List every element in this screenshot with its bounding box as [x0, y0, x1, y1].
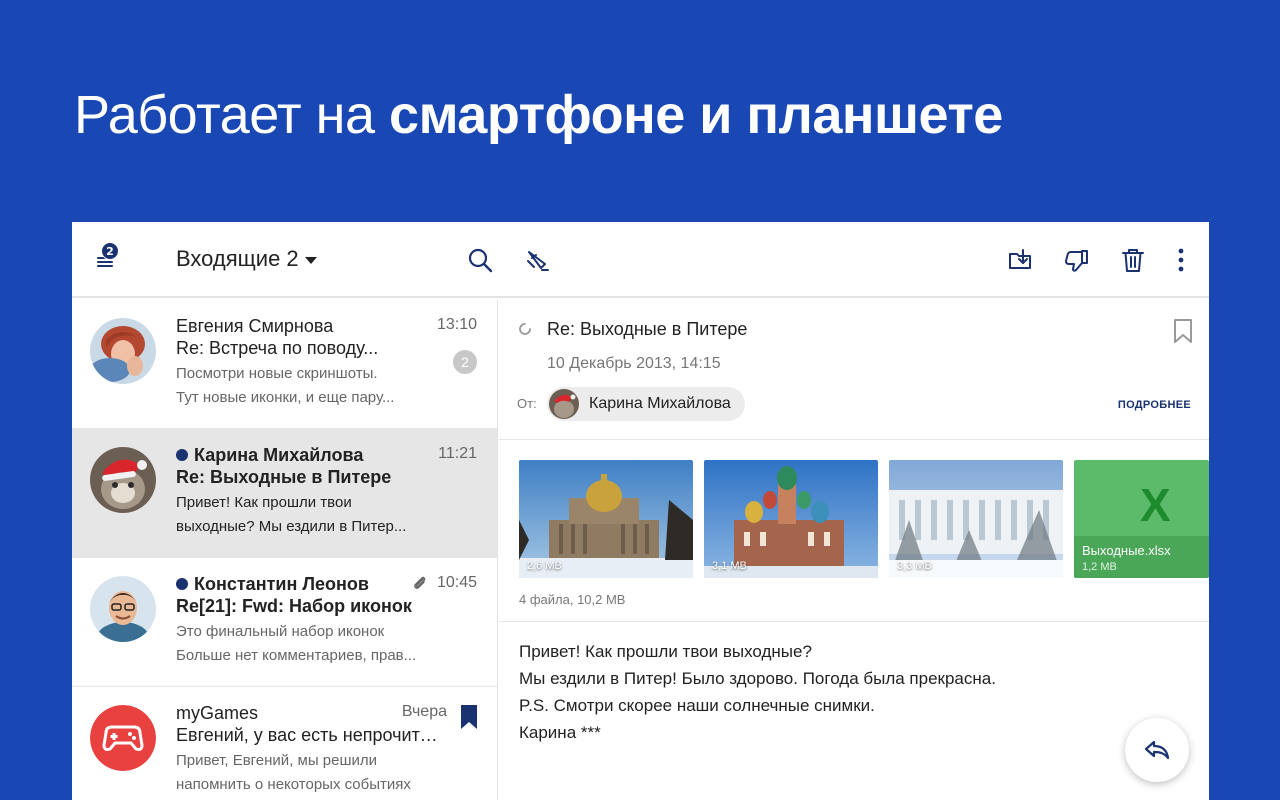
snippet-line: Посмотри новые скриншоты.	[176, 365, 378, 382]
snippet-line: напомнить о некоторых событиях	[176, 776, 411, 793]
headline: Работает на смартфоне и планшете	[74, 84, 1003, 146]
delete-button[interactable]	[1115, 242, 1151, 278]
list-item[interactable]: Карина Михайлова Re: Выходные в Питере П…	[72, 429, 497, 558]
snippet-line: Тут новые иконки, и еще пару...	[176, 389, 395, 406]
thread-count-badge: 2	[453, 350, 477, 374]
subject: Re: Выходные в Питере	[176, 467, 392, 487]
toolbar: 2 Входящие 2	[72, 222, 1209, 298]
list-item[interactable]: Евгения Смирнова Re: Встреча по поводу..…	[72, 300, 497, 429]
snippet: Привет! Как прошли твои выходные? Мы езд…	[176, 491, 426, 539]
message-time: 11:21	[438, 445, 477, 462]
headline-light: Работает на	[74, 85, 390, 145]
sender-label: Константин Леонов	[194, 573, 369, 594]
snippet: Привет, Евгений, мы решили напомнить о н…	[176, 749, 426, 797]
message-date: 10 Декабрь 2013, 14:15	[547, 355, 721, 372]
attachment-xlsx[interactable]: X Выходные.xlsx 1,2 MB	[1074, 460, 1209, 578]
reader-pane: Re: Выходные в Питере 10 Декабрь 2013, 1…	[499, 300, 1209, 800]
message-header: Re: Выходные в Питере 10 Декабрь 2013, 1…	[499, 300, 1209, 440]
trash-icon	[1122, 249, 1144, 272]
bookmark-outline-icon[interactable]	[1173, 318, 1193, 344]
attachment-size: 3,1 MB	[712, 560, 747, 572]
snippet-line: Это финальный набор иконок	[176, 623, 385, 640]
mail-app-window: 2 Входящие 2 Евгения Смирнова Re: Встреч…	[72, 222, 1209, 800]
snippet-line: Привет! Как прошли твои	[176, 494, 352, 511]
details-link[interactable]: ПОДРОБНЕЕ	[1118, 399, 1191, 411]
attachment-size: 2,6 MB	[527, 560, 562, 572]
subject: Re: Встреча по поводу...	[176, 338, 379, 358]
spam-button[interactable]	[1058, 242, 1094, 278]
excel-icon: X	[1140, 479, 1171, 531]
sender-chip-name: Карина Михайлова	[589, 395, 731, 412]
snippet-line: Больше нет комментариев, прав...	[176, 647, 417, 664]
attachment-name: Выходные.xlsx	[1082, 543, 1171, 558]
snippet: Это финальный набор иконок Больше нет ко…	[176, 620, 426, 668]
message-subject: Re: Выходные в Питере	[547, 319, 748, 339]
thumbs-down-icon	[1065, 250, 1088, 272]
folder-title: Входящие 2	[176, 246, 299, 271]
compose-button[interactable]	[519, 242, 555, 278]
avatar	[90, 318, 156, 384]
reply-button[interactable]	[1125, 718, 1189, 782]
unread-dot	[176, 578, 188, 590]
unread-dot	[176, 449, 188, 461]
sender-label: Карина Михайлова	[194, 444, 364, 465]
chevron-down-icon	[304, 256, 317, 264]
message-list: Евгения Смирнова Re: Встреча по поводу..…	[72, 300, 498, 800]
subject: Евгений, у вас есть непрочитанные	[176, 725, 446, 745]
snippet: Посмотри новые скриншоты. Тут новые икон…	[176, 362, 426, 410]
move-to-folder-icon	[1009, 249, 1031, 269]
search-button[interactable]	[462, 242, 498, 278]
from-label: От:	[517, 396, 537, 411]
attachment-thumbnail[interactable]: 3,1 MB	[704, 460, 878, 578]
body-line: P.S. Смотри скорее наши солнечные снимки…	[519, 696, 875, 715]
avatar	[549, 389, 579, 419]
body-line: Привет! Как прошли твои выходные?	[519, 642, 812, 661]
subject: Re[21]: Fwd: Набор иконок	[176, 596, 412, 616]
bookmark-icon[interactable]	[459, 704, 479, 730]
loading-icon	[519, 323, 531, 335]
headline-bold: смартфоне и планшете	[389, 85, 1003, 145]
body-line: Мы ездили в Питер! Было здорово. Погода …	[519, 669, 996, 688]
compose-icon	[527, 251, 549, 271]
attachments-section: 2,6 MB 3,1 MB 3,3 MB X Выходные.xlsx 1,2…	[499, 440, 1209, 622]
list-item[interactable]: myGames Евгений, у вас есть непрочитанны…	[72, 687, 497, 800]
more-button[interactable]	[1163, 242, 1199, 278]
list-item[interactable]: Константин Леонов Re[21]: Fwd: Набор ико…	[72, 558, 497, 687]
paperclip-icon	[414, 576, 426, 589]
search-icon	[468, 248, 493, 273]
avatar	[90, 705, 156, 771]
menu-badge: 2	[101, 242, 119, 260]
snippet-line: Привет, Евгений, мы решили	[176, 752, 378, 769]
move-button[interactable]	[1002, 242, 1038, 278]
message-time: Вчера	[401, 703, 447, 720]
sender-label: myGames	[176, 702, 259, 723]
avatar	[90, 576, 156, 642]
avatar	[90, 447, 156, 513]
snippet-line: выходные? Мы ездили в Питер...	[176, 518, 407, 535]
attachment-thumbnail[interactable]: 3,3 MB	[889, 460, 1063, 578]
message-time: 10:45	[436, 574, 477, 591]
more-vert-icon	[1178, 248, 1184, 272]
sender-label: Евгения Смирнова	[176, 315, 334, 336]
folder-selector[interactable]: Входящие 2	[176, 246, 317, 272]
attachment-size: 3,3 MB	[897, 560, 932, 572]
message-body: Привет! Как прошли твои выходные? Мы езд…	[499, 622, 1209, 762]
message-time: 13:10	[436, 316, 477, 333]
attachment-thumbnail[interactable]: 2,6 MB	[519, 460, 693, 578]
reply-icon	[1144, 740, 1170, 760]
body-line: Карина ***	[519, 723, 601, 742]
attachment-size: 1,2 MB	[1082, 561, 1117, 573]
attachments-summary: 4 файла, 10,2 MB	[519, 592, 626, 607]
sender-chip[interactable]: Карина Михайлова	[547, 387, 745, 421]
